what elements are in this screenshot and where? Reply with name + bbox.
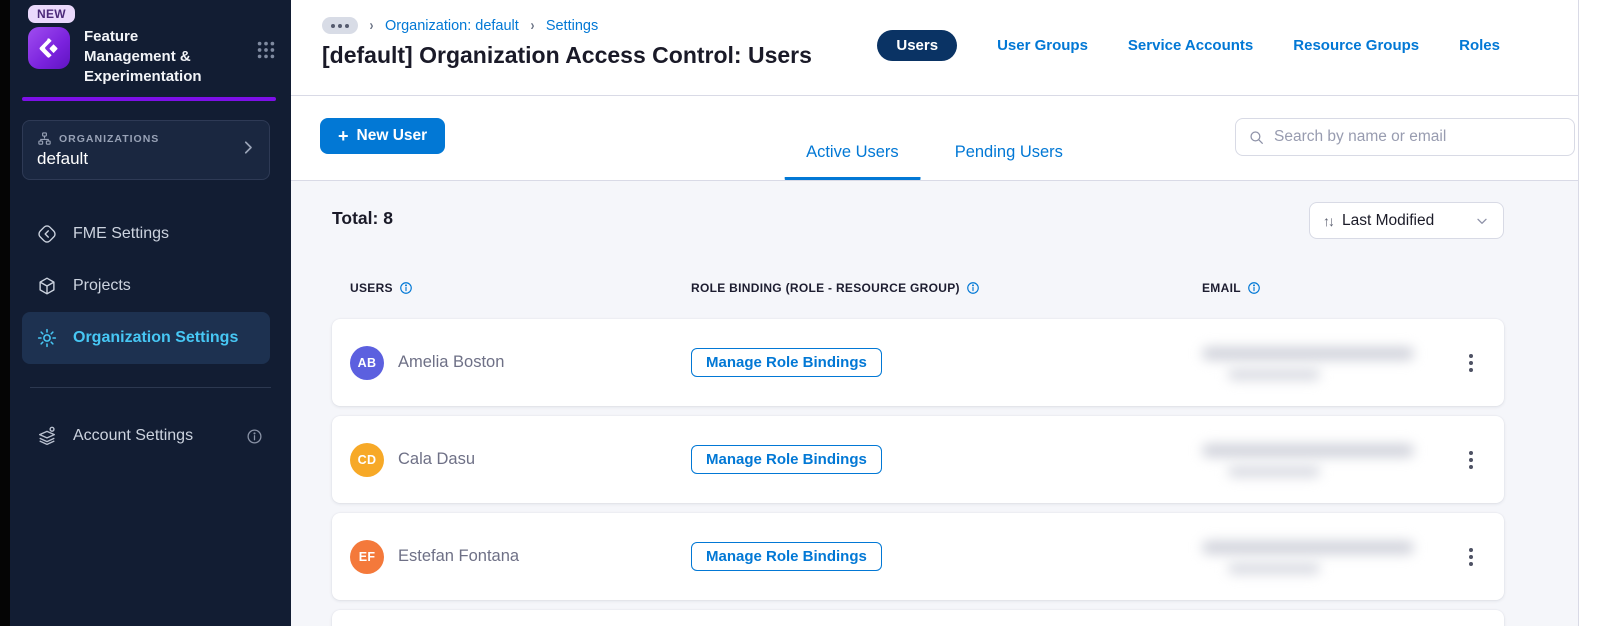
organization-value: default [37, 149, 89, 169]
main-area: › Organization: default › Settings [defa… [291, 0, 1578, 626]
sidebar-item-label: Organization Settings [73, 329, 239, 347]
sidebar-item-label: Projects [73, 277, 131, 295]
sidebar-item-projects[interactable]: Projects [10, 260, 291, 312]
chevron-separator-icon: › [369, 17, 374, 34]
table-row-partial [332, 610, 1504, 626]
email-redacted [1202, 437, 1432, 483]
app-title: Feature Management & Experimentation [84, 28, 202, 85]
info-icon[interactable] [966, 281, 980, 295]
page-title: [default] Organization Access Control: U… [322, 42, 812, 68]
toolbar: + New User Active Users Pending Users [291, 96, 1578, 181]
new-user-button[interactable]: + New User [320, 118, 446, 154]
avatar: EF [350, 539, 384, 574]
plus-icon: + [338, 126, 349, 146]
user-name: Estefan Fontana [398, 547, 520, 565]
chevron-separator-icon: › [530, 17, 535, 34]
page-header: › Organization: default › Settings [defa… [291, 0, 1578, 96]
sidebar-divider [30, 387, 271, 389]
table-row: CD Cala Dasu Manage Role Bindings [332, 416, 1504, 503]
organization-selector[interactable]: ORGANIZATIONS default [22, 120, 270, 181]
tab-active-users[interactable]: Active Users [784, 143, 921, 180]
manage-role-bindings-button[interactable]: Manage Role Bindings [691, 348, 882, 377]
users-table: USERS ROLE BINDING (ROLE - RESOURCE GROU… [332, 281, 1504, 626]
layers-gear-icon [36, 425, 58, 447]
row-menu-kebab-icon[interactable] [1456, 542, 1486, 572]
tab-roles[interactable]: Roles [1459, 37, 1500, 54]
row-menu-kebab-icon[interactable] [1456, 445, 1486, 475]
screen-edge [0, 0, 10, 626]
chevron-down-icon [1474, 213, 1490, 229]
email-redacted [1202, 340, 1432, 386]
table-header-row: USERS ROLE BINDING (ROLE - RESOURCE GROU… [332, 281, 1504, 295]
info-icon[interactable] [399, 281, 413, 295]
new-badge: NEW [28, 5, 75, 23]
grid-menu-icon[interactable] [255, 39, 277, 66]
column-header-users: USERS [350, 281, 691, 295]
breadcrumb: › Organization: default › Settings [322, 17, 598, 34]
search-input[interactable] [1274, 128, 1564, 146]
avatar: CD [350, 442, 384, 477]
tab-service-accounts[interactable]: Service Accounts [1128, 37, 1253, 54]
manage-role-bindings-button[interactable]: Manage Role Bindings [691, 445, 882, 474]
row-menu-kebab-icon[interactable] [1456, 348, 1486, 378]
right-gutter [1578, 0, 1600, 626]
manage-role-bindings-button[interactable]: Manage Role Bindings [691, 542, 882, 571]
sidebar-item-label: FME Settings [73, 225, 170, 243]
tab-resource-groups[interactable]: Resource Groups [1293, 37, 1419, 54]
sidebar-nav: FME Settings Projects Organization Setti… [10, 208, 291, 462]
sidebar: NEW Feature Management & Experimentation [10, 0, 291, 626]
user-view-tabs: Active Users Pending Users [778, 143, 1091, 180]
new-user-button-label: New User [356, 127, 428, 144]
chevron-right-icon [239, 139, 257, 162]
sidebar-item-organization-settings[interactable]: Organization Settings [22, 312, 270, 365]
search-box [1235, 118, 1575, 156]
column-header-role-binding: ROLE BINDING (ROLE - RESOURCE GROUP) [691, 281, 1202, 295]
sort-dropdown[interactable]: ↑↓ Last Modified [1309, 202, 1504, 239]
organizations-icon [37, 131, 52, 146]
sidebar-item-label: Account Settings [73, 427, 194, 445]
breadcrumb-link-organization[interactable]: Organization: default [385, 18, 519, 34]
users-content: Total: 8 ↑↓ Last Modified USERS ROLE BIN… [291, 181, 1578, 626]
user-name: Amelia Boston [398, 353, 505, 371]
sidebar-item-account-settings[interactable]: Account Settings [10, 410, 291, 462]
tab-users[interactable]: Users [877, 30, 958, 61]
email-redacted [1202, 534, 1432, 580]
table-row: AB Amelia Boston Manage Role Bindings [332, 319, 1504, 406]
purple-accent-line [22, 97, 276, 102]
column-header-email: EMAIL [1202, 281, 1486, 295]
avatar: AB [350, 345, 384, 380]
sort-label: Last Modified [1342, 211, 1435, 229]
gear-icon [36, 327, 58, 349]
info-icon[interactable] [246, 428, 263, 445]
total-count: Total: 8 [332, 208, 393, 228]
breadcrumb-link-settings[interactable]: Settings [546, 18, 598, 34]
breadcrumb-ellipsis-icon[interactable] [322, 17, 358, 34]
user-name: Cala Dasu [398, 450, 476, 468]
tab-user-groups[interactable]: User Groups [997, 37, 1088, 54]
sidebar-item-fme-settings[interactable]: FME Settings [10, 208, 291, 260]
table-row: EF Estefan Fontana Manage Role Bindings [332, 513, 1504, 600]
split-outline-icon [36, 223, 58, 245]
access-control-tabs: Users User Groups Service Accounts Resou… [877, 30, 1500, 61]
cube-icon [36, 275, 58, 297]
organizations-label: ORGANIZATIONS [59, 132, 160, 145]
info-icon[interactable] [1247, 281, 1261, 295]
search-icon [1248, 129, 1265, 146]
sort-arrows-icon: ↑↓ [1323, 212, 1335, 229]
tab-pending-users[interactable]: Pending Users [933, 143, 1085, 180]
app-logo-icon [28, 27, 70, 69]
